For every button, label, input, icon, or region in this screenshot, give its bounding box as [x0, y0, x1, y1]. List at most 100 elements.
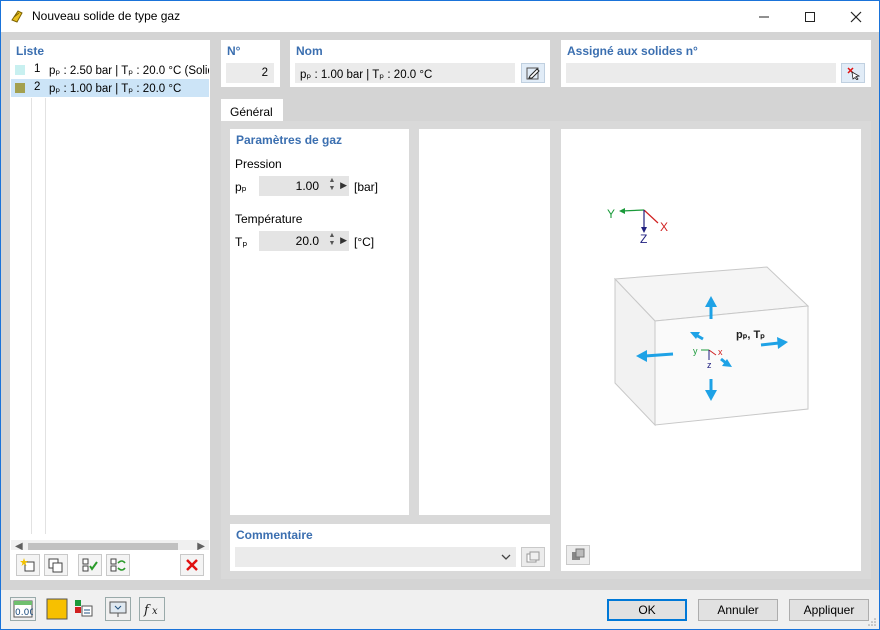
list-item-number: 1 — [34, 63, 41, 75]
name-label: Nom — [296, 44, 323, 58]
tree-line — [31, 98, 32, 534]
ok-button[interactable]: OK — [607, 599, 687, 621]
pressure-spinbox[interactable]: 1.00 ▲ ▼ ▶ — [259, 176, 349, 196]
comment-label: Commentaire — [236, 528, 313, 542]
list-item-number: 2 — [34, 81, 41, 93]
pressure-label: Pression — [235, 157, 282, 171]
empty-panel — [419, 129, 550, 515]
color-swatch — [15, 83, 25, 93]
units-button[interactable]: 0.00 — [10, 597, 36, 621]
pressure-value: 1.00 — [295, 179, 319, 193]
pick-select-button[interactable] — [841, 63, 865, 83]
pressure-unit: [bar] — [354, 180, 379, 194]
axis-z-label: Z — [640, 232, 647, 246]
render-button[interactable] — [70, 597, 96, 621]
close-button[interactable] — [833, 1, 879, 32]
tab-general[interactable]: Général — [221, 99, 283, 121]
maximize-button[interactable] — [787, 1, 833, 32]
dialog-window: Nouveau solide de type gaz Liste 1 pₚ : … — [0, 0, 880, 630]
pressure-temp-label: pₚ, Tₚ — [736, 329, 765, 341]
resize-grip-icon[interactable] — [867, 617, 877, 627]
list-item[interactable]: 1 pₚ : 2.50 bar | Tₚ : 20.0 °C (Solide — [11, 61, 209, 79]
formula-icon: fx — [143, 603, 158, 618]
preview-canvas: Y X Z y x z pₚ, Tₚ — [607, 207, 810, 427]
svg-text:x: x — [152, 606, 158, 617]
assigned-panel: Assigné aux solides n° — [561, 40, 871, 87]
render-icon — [75, 600, 93, 617]
svg-text:0.00: 0.00 — [15, 608, 33, 618]
chevron-down-icon[interactable] — [501, 553, 511, 561]
cancel-button[interactable]: Annuler — [698, 599, 778, 621]
pressure-symbol: pₚ — [235, 180, 247, 194]
name-panel: Nom pₚ : 1.00 bar | Tₚ : 20.0 °C — [290, 40, 550, 87]
gas-solid-icon — [11, 10, 23, 23]
maximize-icon — [805, 11, 815, 22]
list-item-text: pₚ : 2.50 bar | Tₚ : 20.0 °C (Solide — [49, 65, 209, 77]
units-icon: 0.00 — [13, 600, 33, 618]
pick-select-icon — [847, 67, 860, 80]
check-toggle-icon — [110, 558, 126, 572]
inner-axis-y-label: y — [693, 346, 698, 356]
delete-button[interactable] — [180, 554, 204, 576]
gas-params-title: Paramètres de gaz — [236, 133, 343, 147]
view-button[interactable] — [566, 545, 590, 565]
axis-triad: Y X Z — [607, 207, 668, 246]
comment-library-icon — [526, 551, 540, 563]
inner-axis-x-label: x — [718, 347, 723, 357]
axis-x-label: X — [660, 220, 668, 234]
number-label: N° — [227, 44, 241, 58]
gas-params-panel: Paramètres de gaz Pression pₚ 1.00 ▲ ▼ ▶ … — [230, 129, 409, 515]
spin-updown-icon[interactable]: ▲ ▼ — [327, 177, 337, 193]
check-all-icon — [82, 558, 98, 572]
name-field[interactable]: pₚ : 1.00 bar | Tₚ : 20.0 °C — [295, 63, 515, 83]
list-item-selected[interactable]: 2 pₚ : 1.00 bar | Tₚ : 20.0 °C — [11, 79, 209, 97]
new-item-button[interactable] — [16, 554, 40, 576]
formula-button[interactable]: fx — [139, 597, 165, 621]
check-all-button[interactable] — [78, 554, 102, 576]
list-item-text: pₚ : 1.00 bar | Tₚ : 20.0 °C — [49, 83, 182, 95]
edit-name-button[interactable] — [521, 63, 545, 83]
number-panel: N° 2 — [221, 40, 280, 87]
spin-right-icon[interactable]: ▶ — [340, 180, 347, 191]
copy-icon — [48, 558, 63, 573]
spin-right-icon[interactable]: ▶ — [340, 235, 347, 246]
check-toggle-button[interactable] — [106, 554, 130, 576]
minimize-button[interactable] — [741, 1, 787, 32]
assigned-field[interactable] — [566, 63, 836, 83]
tree-line — [45, 98, 46, 534]
svg-text:f: f — [143, 603, 151, 618]
delete-icon — [186, 559, 198, 571]
minimize-icon — [759, 16, 769, 17]
close-icon — [850, 11, 862, 22]
temperature-label: Température — [235, 212, 303, 226]
comment-panel: Commentaire — [230, 524, 550, 571]
preview-panel: Y X Z y x z pₚ, Tₚ — [561, 129, 861, 571]
assigned-label: Assigné aux solides n° — [567, 44, 698, 58]
list-toolbar — [10, 550, 210, 580]
apply-button[interactable]: Appliquer — [789, 599, 869, 621]
display-icon — [109, 601, 127, 617]
number-field[interactable]: 2 — [226, 63, 274, 83]
color-icon — [46, 598, 68, 620]
view-icon — [572, 548, 585, 560]
axis-y-label: Y — [607, 207, 615, 221]
temperature-unit: [°C] — [354, 235, 375, 249]
edit-name-icon — [526, 67, 540, 80]
dialog-content: Liste 1 pₚ : 2.50 bar | Tₚ : 20.0 °C (So… — [1, 32, 879, 629]
list-panel: Liste 1 pₚ : 2.50 bar | Tₚ : 20.0 °C (So… — [10, 40, 210, 580]
list-label: Liste — [16, 44, 45, 58]
inner-axis-z-label: z — [707, 360, 712, 370]
new-item-icon — [20, 558, 35, 572]
spin-updown-icon[interactable]: ▲ ▼ — [327, 232, 337, 248]
color-swatch — [15, 65, 25, 75]
display-button[interactable] — [105, 597, 131, 621]
title-bar: Nouveau solide de type gaz — [1, 1, 879, 32]
copy-button[interactable] — [44, 554, 68, 576]
window-title: Nouveau solide de type gaz — [32, 9, 181, 23]
comment-field[interactable] — [235, 547, 516, 567]
temperature-symbol: Tₚ — [235, 235, 248, 249]
color-button[interactable] — [44, 597, 70, 621]
comment-library-button[interactable] — [521, 547, 545, 567]
temperature-value: 20.0 — [295, 234, 319, 248]
temperature-spinbox[interactable]: 20.0 ▲ ▼ ▶ — [259, 231, 349, 251]
